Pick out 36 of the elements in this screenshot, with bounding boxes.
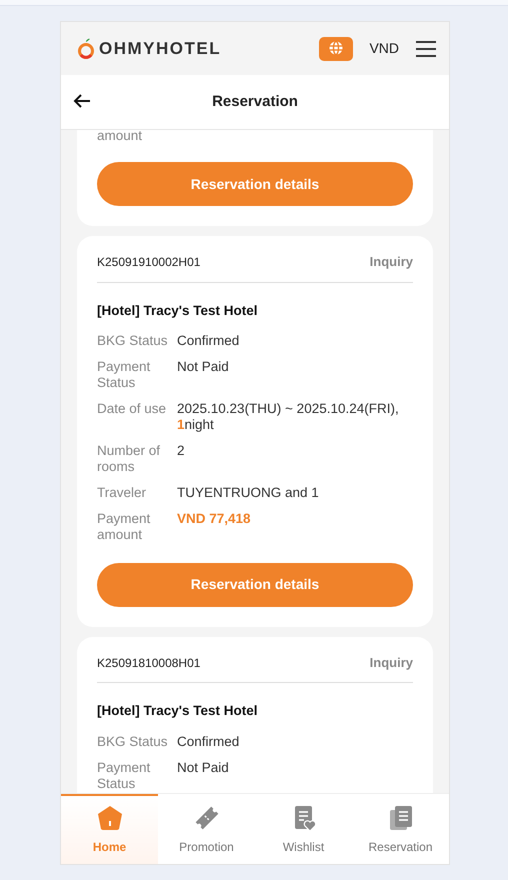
globe-icon bbox=[328, 40, 344, 56]
logo-icon bbox=[77, 38, 95, 60]
field-value: TUYENTRUONG and 1 bbox=[177, 484, 319, 501]
home-icon bbox=[96, 804, 124, 832]
field-label: Payment Status bbox=[97, 358, 152, 391]
field-value: 2 bbox=[177, 442, 185, 460]
reservation-number: K25091810008H01 bbox=[97, 654, 200, 672]
field-label: BKG Status bbox=[97, 734, 169, 750]
hotel-name: [Hotel] Tracy's Test Hotel bbox=[97, 702, 258, 720]
field-label: Number of rooms bbox=[97, 442, 162, 475]
field-label: BKG Status bbox=[97, 332, 169, 349]
reservation-details-button[interactable]: Reservation details bbox=[97, 562, 413, 607]
field-label: amount bbox=[97, 130, 144, 142]
field-label: Date of use bbox=[97, 400, 168, 418]
language-button[interactable] bbox=[319, 36, 354, 60]
promotion-icon bbox=[192, 804, 220, 832]
field-value: VND 77,418 bbox=[177, 510, 251, 528]
field-value: 2025.10.23(THU) ~ 2025.10.24(FRI), 1night bbox=[177, 400, 400, 433]
inquiry-link[interactable]: Inquiry bbox=[370, 252, 413, 272]
field-value: Confirmed bbox=[177, 332, 240, 349]
back-icon[interactable] bbox=[73, 93, 91, 109]
hotel-name: [Hotel] Tracy's Test Hotel bbox=[97, 302, 258, 320]
field-value: Not Paid bbox=[177, 358, 229, 376]
logo-text: OHMYHOTEL bbox=[99, 38, 222, 60]
page-title: Reservation bbox=[212, 92, 298, 112]
reservation-details-button[interactable]: Reservation details bbox=[97, 162, 413, 206]
inquiry-link[interactable]: Inquiry bbox=[370, 652, 413, 672]
nav-tab[interactable]: Home bbox=[61, 794, 158, 864]
currency-button[interactable]: VND bbox=[369, 38, 399, 59]
field-label: Traveler bbox=[97, 484, 148, 501]
field-label: Payment amount bbox=[97, 510, 152, 543]
menu-icon[interactable] bbox=[415, 40, 437, 58]
reservation-number: K25091910002H01 bbox=[97, 254, 200, 271]
field-label: Payment Status bbox=[97, 760, 152, 792]
field-value: Confirmed bbox=[177, 734, 240, 750]
field-value: Not Paid bbox=[177, 760, 229, 776]
